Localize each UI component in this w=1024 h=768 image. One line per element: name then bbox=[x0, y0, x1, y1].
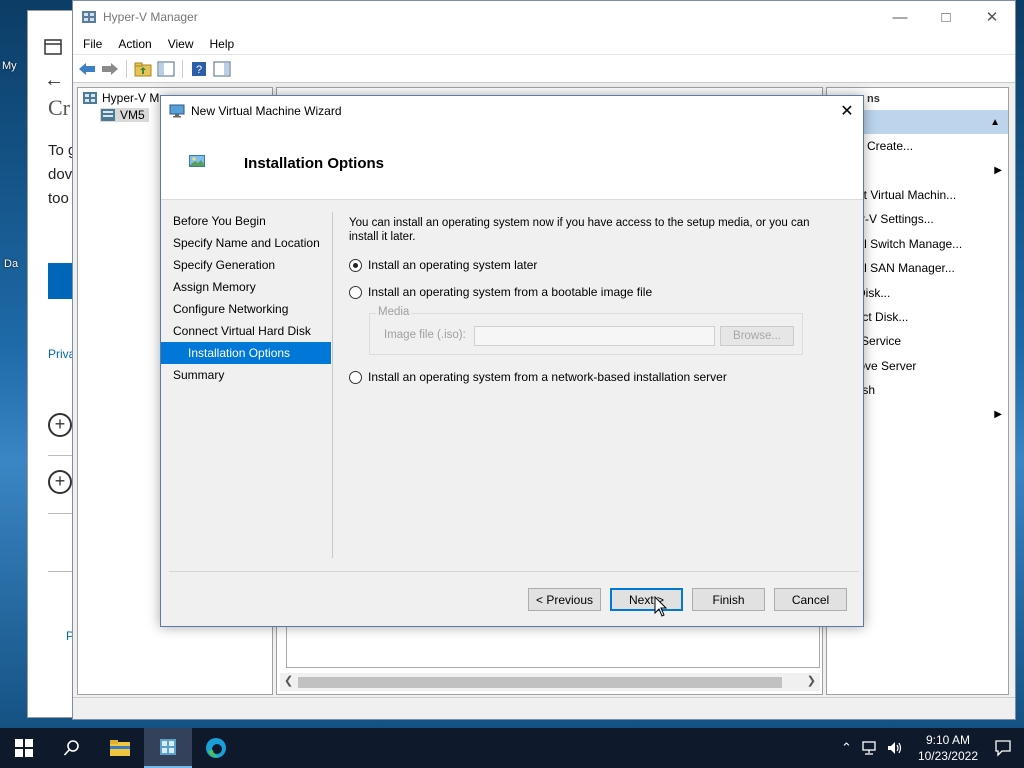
taskbar: ⌃ 9:10 AM 10/23/2022 bbox=[0, 728, 1024, 768]
submenu-arrow-icon: ▶ bbox=[994, 165, 1002, 177]
up-folder-icon[interactable] bbox=[133, 59, 153, 79]
show-tree-icon[interactable] bbox=[156, 59, 176, 79]
tree-node-hyperv-manager[interactable]: Hyper-V M bbox=[82, 91, 159, 105]
hyperv-icon bbox=[160, 739, 176, 755]
previous-button[interactable]: < Previous bbox=[528, 588, 601, 611]
browse-button: Browse... bbox=[720, 326, 794, 346]
wizard-step[interactable]: Specify Generation bbox=[161, 254, 331, 276]
menu-help[interactable]: Help bbox=[202, 37, 243, 51]
radio-install-later[interactable] bbox=[349, 258, 362, 272]
wizard-content: You can install an operating system now … bbox=[349, 216, 839, 386]
server-group-icon bbox=[83, 92, 97, 104]
finish-button[interactable]: Finish bbox=[692, 588, 765, 611]
search-button[interactable] bbox=[48, 728, 96, 768]
folder-icon bbox=[110, 740, 130, 756]
system-tray: ⌃ 9:10 AM 10/23/2022 bbox=[837, 732, 1024, 764]
close-button[interactable]: ✕ bbox=[969, 1, 1015, 33]
next-button[interactable]: Next > bbox=[610, 588, 683, 611]
menu-file[interactable]: File bbox=[75, 37, 110, 51]
menu-action[interactable]: Action bbox=[110, 37, 159, 51]
clock[interactable]: 9:10 AM 10/23/2022 bbox=[908, 732, 988, 764]
help-icon[interactable]: ? bbox=[189, 59, 209, 79]
image-file-input bbox=[474, 326, 715, 346]
wizard-steps-list: Before You Begin Specify Name and Locatio… bbox=[161, 210, 331, 386]
intro-text: You can install an operating system now … bbox=[349, 217, 810, 243]
dialog-title-bar: New Virtual Machine Wizard ✕ bbox=[161, 96, 863, 125]
collapse-icon[interactable]: ▲ bbox=[990, 117, 1000, 128]
notifications-icon[interactable] bbox=[994, 739, 1012, 757]
svg-text:?: ? bbox=[196, 64, 202, 76]
taskbar-hyperv-manager[interactable] bbox=[144, 728, 192, 768]
wizard-step[interactable]: Assign Memory bbox=[161, 276, 331, 298]
page-title: Installation Options bbox=[244, 155, 385, 172]
desktop-icon-label[interactable]: My bbox=[2, 60, 17, 72]
scroll-left-icon[interactable]: ❮ bbox=[284, 674, 293, 687]
scroll-right-icon[interactable]: ❯ bbox=[807, 674, 816, 687]
background-window-title: Cr bbox=[48, 95, 70, 120]
wizard-step[interactable]: Before You Begin bbox=[161, 210, 331, 232]
back-icon[interactable] bbox=[77, 59, 97, 79]
window-icon[interactable] bbox=[42, 37, 64, 57]
search-icon bbox=[63, 740, 79, 756]
button-divider bbox=[169, 571, 859, 572]
details-pane bbox=[286, 626, 820, 668]
add-icon[interactable]: + bbox=[48, 413, 72, 437]
taskbar-edge[interactable] bbox=[192, 728, 240, 768]
hyperv-app-icon bbox=[82, 11, 96, 23]
start-button[interactable] bbox=[0, 728, 48, 768]
desktop-icon-label[interactable]: Da bbox=[4, 258, 18, 270]
minimize-button[interactable]: — bbox=[877, 1, 923, 33]
wizard-step[interactable]: Specify Name and Location bbox=[161, 232, 331, 254]
wizard-step[interactable]: Summary bbox=[161, 364, 331, 386]
new-vm-wizard-dialog: New Virtual Machine Wizard ✕ Installatio… bbox=[160, 95, 864, 627]
scroll-thumb[interactable] bbox=[298, 677, 782, 688]
image-file-label: Image file (.iso): bbox=[384, 329, 466, 341]
status-bar bbox=[73, 697, 1015, 719]
media-group-label: Media bbox=[376, 306, 412, 318]
maximize-button[interactable]: □ bbox=[923, 1, 969, 33]
forward-icon[interactable] bbox=[100, 59, 120, 79]
wizard-header: Installation Options bbox=[161, 125, 863, 200]
show-action-pane-icon[interactable] bbox=[212, 59, 232, 79]
edge-icon bbox=[206, 738, 226, 758]
media-group: Media Image file (.iso): Browse... bbox=[369, 306, 803, 355]
radio-install-network[interactable] bbox=[349, 370, 362, 384]
cancel-button[interactable]: Cancel bbox=[774, 588, 847, 611]
mouse-cursor-icon bbox=[654, 596, 668, 617]
submenu-arrow-icon: ▶ bbox=[994, 408, 1002, 420]
taskbar-file-explorer[interactable] bbox=[96, 728, 144, 768]
server-icon bbox=[101, 109, 115, 121]
clock-date: 10/23/2022 bbox=[917, 749, 978, 763]
title-bar: Hyper-V Manager — □ ✕ bbox=[73, 1, 1015, 33]
network-icon[interactable] bbox=[860, 740, 878, 756]
wizard-step[interactable]: Configure Networking bbox=[161, 298, 331, 320]
wizard-page-icon bbox=[189, 155, 205, 167]
dialog-title: New Virtual Machine Wizard bbox=[191, 103, 342, 118]
menu-bar: File Action View Help bbox=[73, 33, 1015, 55]
dialog-close-button[interactable]: ✕ bbox=[831, 96, 863, 125]
toolbar: ? bbox=[73, 55, 1015, 83]
option-install-network[interactable]: Install an operating system from a netwo… bbox=[349, 368, 839, 386]
back-arrow-icon[interactable]: ← bbox=[44, 69, 64, 92]
wizard-step[interactable]: Installation Options bbox=[161, 342, 331, 364]
volume-icon[interactable] bbox=[886, 740, 904, 756]
add-icon[interactable]: + bbox=[48, 470, 72, 494]
horizontal-scrollbar[interactable]: ❮ ❯ bbox=[280, 673, 820, 691]
clock-time: 9:10 AM bbox=[925, 733, 970, 747]
wizard-step[interactable]: Connect Virtual Hard Disk bbox=[161, 320, 331, 342]
steps-divider bbox=[332, 212, 333, 558]
windows-icon bbox=[15, 739, 33, 757]
option-install-image[interactable]: Install an operating system from a boota… bbox=[349, 283, 839, 301]
monitor-icon bbox=[169, 104, 185, 117]
tree-node-host[interactable]: VM5 bbox=[100, 108, 149, 122]
menu-view[interactable]: View bbox=[160, 37, 202, 51]
option-install-later[interactable]: Install an operating system later bbox=[349, 256, 839, 274]
window-title: Hyper-V Manager bbox=[103, 10, 198, 24]
chevron-up-icon[interactable]: ⌃ bbox=[837, 740, 856, 756]
radio-install-image[interactable] bbox=[349, 285, 362, 299]
